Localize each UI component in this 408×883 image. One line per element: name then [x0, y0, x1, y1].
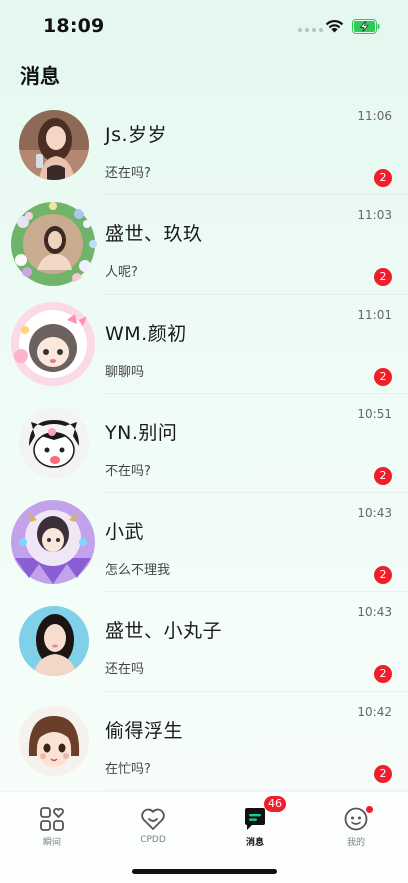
contact-name: 盛世、玖玖: [105, 223, 203, 246]
avatar[interactable]: [9, 300, 97, 388]
message-preview: 在忙吗?: [105, 761, 151, 777]
wifi-icon: [325, 19, 344, 33]
unread-badge: 2: [374, 665, 392, 684]
message-time: 11:06: [357, 109, 392, 123]
unread-badge: 2: [374, 367, 392, 386]
message-preview: 还在吗: [105, 662, 145, 678]
conversation-item[interactable]: 小武 怎么不理我 10:43 2: [0, 493, 408, 593]
tab-label: 我的: [346, 838, 365, 848]
message-time: 10:42: [357, 704, 392, 719]
tab-unread-badge: 46: [264, 796, 286, 812]
conversation-item[interactable]: 偷得浮生 在忙吗? 10:42 2: [0, 692, 408, 792]
message-preview: 还在吗?: [105, 166, 151, 181]
message-time: 11:03: [357, 208, 392, 223]
avatar[interactable]: [19, 110, 89, 180]
message-preview: 聊聊吗: [105, 364, 145, 380]
contact-name: 偷得浮生: [105, 719, 184, 742]
home-indicator[interactable]: [132, 869, 277, 874]
contact-name: WM.颜初: [105, 322, 187, 345]
tab-label: CPDD: [140, 835, 166, 845]
conversation-item[interactable]: 盛世、小丸子 还在吗 10:43 2: [0, 592, 408, 693]
conversation-list: Js.岁岁 还在吗? 11:06 2 盛世、玖玖 人呢? 11:03 2 WM.…: [0, 96, 408, 792]
avatar[interactable]: [9, 498, 97, 586]
status-time: 18:09: [43, 15, 105, 37]
contact-name: YN.别问: [105, 421, 178, 444]
avatar[interactable]: [19, 606, 89, 677]
unread-badge: 2: [374, 466, 392, 485]
tab-profile[interactable]: 我的: [316, 806, 396, 848]
conversation-item[interactable]: YN.别问 不在吗? 10:51 2: [0, 394, 408, 494]
moments-grid-icon: [40, 807, 64, 831]
unread-badge: 2: [374, 169, 392, 187]
tab-messages[interactable]: 46 消息: [215, 796, 295, 848]
contact-name: 小武: [105, 521, 145, 544]
message-preview: 不在吗?: [105, 463, 151, 479]
avatar[interactable]: [19, 705, 89, 776]
tab-cpdd[interactable]: CPDD: [113, 806, 193, 845]
page-title: 消息: [20, 64, 60, 88]
message-preview: 人呢?: [105, 265, 138, 281]
heart-icon: [141, 808, 165, 830]
unread-badge: 2: [374, 764, 392, 783]
message-time: 10:51: [357, 406, 392, 421]
conversation-item[interactable]: 盛世、玖玖 人呢? 11:03 2: [0, 195, 408, 295]
notification-dot: [366, 806, 373, 813]
contact-name: Js.岁岁: [105, 124, 168, 146]
message-preview: 怎么不理我: [105, 563, 171, 579]
avatar[interactable]: [9, 200, 97, 288]
message-time: 10:43: [357, 605, 392, 620]
conversation-item[interactable]: Js.岁岁 还在吗? 11:06 2: [0, 96, 408, 196]
message-time: 10:43: [357, 506, 392, 521]
battery-charging-icon: [352, 19, 380, 34]
contact-name: 盛世、小丸子: [105, 620, 223, 643]
message-time: 11:01: [357, 307, 392, 322]
unread-badge: 2: [374, 268, 392, 287]
tab-moments[interactable]: 瞬间: [12, 806, 92, 848]
message-icon: [245, 808, 265, 830]
tab-label: 消息: [245, 838, 264, 848]
avatar[interactable]: [19, 407, 89, 478]
cellular-dots-icon: [298, 28, 323, 32]
unread-badge: 2: [374, 566, 392, 585]
status-bar: 18:09: [0, 0, 408, 52]
tab-label: 瞬间: [42, 838, 61, 848]
conversation-item[interactable]: WM.颜初 聊聊吗 11:01 2: [0, 295, 408, 395]
